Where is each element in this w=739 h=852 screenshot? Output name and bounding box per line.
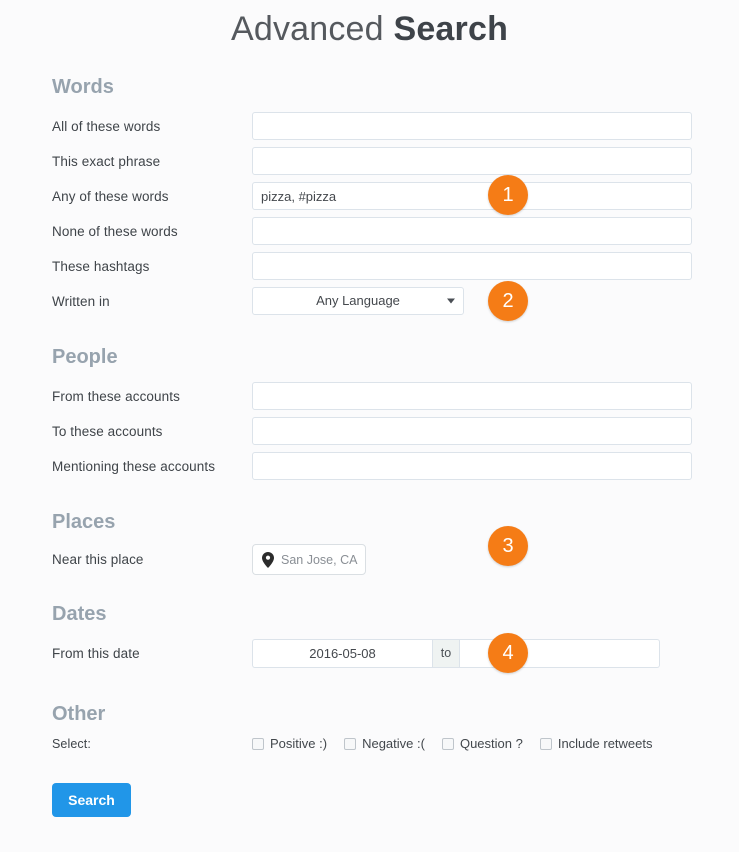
input-any-words[interactable]: [252, 182, 692, 210]
field-row-hashtags: These hashtags: [52, 252, 694, 280]
label-all-words: All of these words: [52, 118, 161, 134]
label-from-accounts: From these accounts: [52, 388, 180, 404]
checkbox-include-retweets-box[interactable]: [539, 737, 552, 750]
input-all-words[interactable]: [252, 112, 692, 140]
label-none-words: None of these words: [52, 223, 178, 239]
checkbox-question-box[interactable]: [441, 737, 454, 750]
section-heading-dates: Dates: [52, 603, 107, 625]
checkbox-negative[interactable]: Negative :(: [344, 736, 425, 751]
input-to-accounts[interactable]: [252, 417, 692, 445]
checkbox-positive[interactable]: Positive :): [252, 736, 327, 751]
page-title-light: Advanced: [230, 10, 394, 48]
chevron-down-icon: [447, 298, 455, 304]
near-place-value: San Jose, CA: [281, 552, 358, 567]
language-select-value[interactable]: Any Language: [252, 287, 464, 315]
section-heading-words: Words: [52, 76, 114, 98]
input-from-accounts[interactable]: [252, 382, 692, 410]
field-row-mentioning-accounts: Mentioning these accounts: [52, 452, 694, 480]
checkbox-include-retweets-label: Include retweets: [557, 736, 653, 751]
input-from-date[interactable]: [252, 639, 432, 668]
checkbox-positive-box[interactable]: [252, 737, 264, 750]
field-row-near-place: Near this place San Jose, CA: [52, 544, 694, 575]
near-place-input[interactable]: San Jose, CA: [252, 544, 366, 575]
field-row-other-select: Select: Positive :) Negative :( Question…: [52, 736, 712, 751]
other-checkbox-group: Positive :) Negative :( Question ? Inclu…: [252, 736, 670, 751]
section-heading-people: People: [52, 346, 118, 368]
field-row-to-accounts: To these accounts: [52, 417, 694, 445]
label-near-place: Near this place: [52, 552, 144, 567]
language-select[interactable]: Any Language: [252, 287, 464, 315]
label-mentioning-accounts: Mentioning these accounts: [52, 458, 216, 474]
checkbox-question[interactable]: Question ?: [441, 736, 523, 751]
checkbox-question-label: Question ?: [459, 736, 523, 751]
step-badge-1: 1: [488, 175, 528, 215]
label-exact-phrase: This exact phrase: [52, 153, 161, 169]
field-row-from-accounts: From these accounts: [52, 382, 694, 410]
field-row-none-words: None of these words: [52, 217, 694, 245]
label-hashtags: These hashtags: [52, 258, 150, 274]
section-heading-other: Other: [52, 703, 106, 725]
input-hashtags[interactable]: [252, 252, 692, 280]
checkbox-negative-label: Negative :(: [362, 736, 425, 751]
checkbox-positive-label: Positive :): [270, 736, 328, 751]
input-mentioning-accounts[interactable]: [252, 452, 692, 480]
label-select: Select:: [52, 736, 91, 751]
section-heading-places: Places: [52, 511, 116, 533]
page-title-bold: Search: [393, 10, 509, 48]
checkbox-negative-box[interactable]: [344, 737, 357, 750]
checkbox-include-retweets[interactable]: Include retweets: [539, 736, 653, 751]
field-row-all-words: All of these words: [52, 112, 694, 140]
field-row-from-date: From this date to: [52, 639, 694, 668]
label-written-in: Written in: [52, 293, 110, 309]
step-badge-3: 3: [488, 526, 528, 566]
label-to-accounts: To these accounts: [52, 423, 163, 439]
date-range-separator: to: [432, 639, 460, 668]
label-from-date: From this date: [52, 646, 140, 661]
step-badge-2: 2: [488, 281, 528, 321]
advanced-search-page: Advanced Search Words All of these words…: [0, 0, 739, 852]
label-any-words: Any of these words: [52, 188, 169, 204]
map-pin-icon: [262, 551, 274, 568]
input-none-words[interactable]: [252, 217, 692, 245]
search-button[interactable]: Search: [52, 783, 131, 817]
field-row-exact-phrase: This exact phrase: [52, 147, 694, 175]
step-badge-4: 4: [488, 633, 528, 673]
field-row-written-in: Written in Any Language: [52, 287, 694, 315]
page-title: Advanced Search: [0, 0, 739, 49]
input-exact-phrase[interactable]: [252, 147, 692, 175]
date-range-group: to: [252, 639, 660, 668]
field-row-any-words: Any of these words: [52, 182, 694, 210]
